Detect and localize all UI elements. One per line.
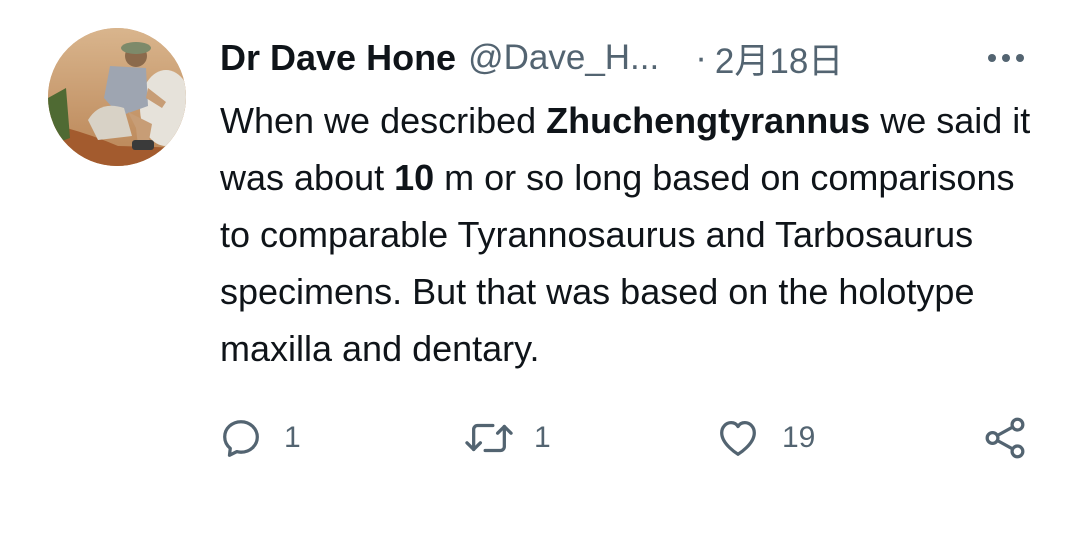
share-button[interactable] bbox=[982, 410, 1028, 466]
retweet-button[interactable]: 1 bbox=[464, 410, 551, 466]
header-separator: · bbox=[695, 38, 707, 77]
tweet-actions: 1 1 19 bbox=[218, 410, 1038, 466]
retweet-icon bbox=[465, 423, 513, 453]
tweet-text-taxon: Zhuchengtyrannus bbox=[546, 100, 871, 141]
tweet-text: When we described Zhuchengtyrannus we sa… bbox=[220, 92, 1050, 377]
share-icon bbox=[985, 417, 1025, 459]
tweet-text-length: 10 bbox=[394, 157, 435, 198]
like-count: 19 bbox=[782, 421, 816, 454]
reply-button[interactable]: 1 bbox=[218, 410, 301, 466]
like-button[interactable]: 19 bbox=[714, 410, 815, 466]
tweet-text-part: When we described bbox=[220, 100, 547, 141]
profile-photo bbox=[48, 28, 186, 166]
more-options-button[interactable] bbox=[978, 34, 1034, 82]
author-display-name[interactable]: Dr Dave Hone bbox=[220, 37, 456, 79]
tweet-header: Dr Dave Hone @Dave_H... · 2月18日 bbox=[220, 30, 843, 86]
heart-icon bbox=[720, 421, 756, 456]
avatar[interactable] bbox=[48, 28, 186, 166]
tweet-card[interactable]: Dr Dave Hone @Dave_H... · 2月18日 When we … bbox=[0, 0, 1079, 533]
retweet-count: 1 bbox=[534, 421, 551, 454]
reply-icon bbox=[223, 420, 259, 457]
author-handle[interactable]: @Dave_H... bbox=[468, 38, 659, 78]
more-horizontal-icon bbox=[988, 54, 1024, 62]
tweet-timestamp[interactable]: 2月18日 bbox=[715, 33, 843, 84]
reply-count: 1 bbox=[284, 421, 301, 454]
